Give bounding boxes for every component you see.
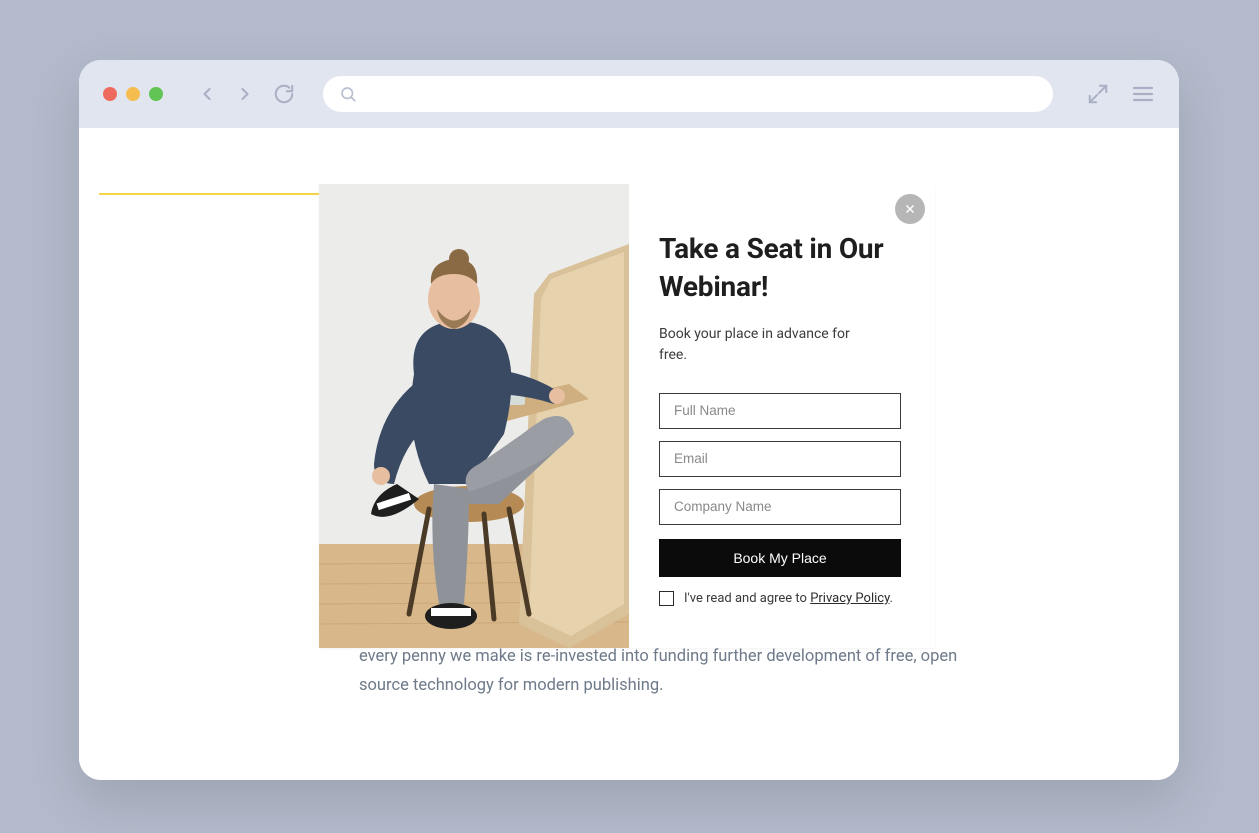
section-divider <box>99 193 319 195</box>
search-icon <box>339 85 357 103</box>
back-icon[interactable] <box>197 84 217 104</box>
close-button[interactable] <box>895 194 925 224</box>
consent-suffix: . <box>890 591 893 606</box>
privacy-policy-link[interactable]: Privacy Policy <box>810 591 889 606</box>
window-close-button[interactable] <box>103 87 117 101</box>
modal-title: Take a Seat in Our Webinar! <box>659 230 901 306</box>
browser-chrome <box>79 60 1179 128</box>
menu-icon[interactable] <box>1131 82 1155 106</box>
forward-icon[interactable] <box>235 84 255 104</box>
modal-body: Take a Seat in Our Webinar! Book your pl… <box>629 184 935 648</box>
email-field[interactable] <box>659 441 901 477</box>
page-viewport: The version of Ghost you are looking at … <box>79 128 1179 780</box>
reload-icon[interactable] <box>273 83 295 105</box>
close-icon <box>903 202 917 216</box>
browser-window: The version of Ghost you are looking at … <box>79 60 1179 780</box>
nav-group <box>197 83 295 105</box>
window-controls <box>103 87 163 101</box>
window-maximize-button[interactable] <box>149 87 163 101</box>
url-input[interactable] <box>365 86 1037 102</box>
modal-subtitle: Book your place in advance for free. <box>659 324 859 367</box>
consent-prefix: I've read and agree to <box>684 591 810 606</box>
expand-icon[interactable] <box>1087 83 1109 105</box>
company-field[interactable] <box>659 489 901 525</box>
consent-row: I've read and agree to Privacy Policy. <box>659 591 901 606</box>
right-tool-group <box>1087 82 1155 106</box>
webinar-modal: Take a Seat in Our Webinar! Book your pl… <box>319 184 935 648</box>
consent-checkbox[interactable] <box>659 591 674 606</box>
modal-image <box>319 184 629 648</box>
fullname-field[interactable] <box>659 393 901 429</box>
consent-text: I've read and agree to Privacy Policy. <box>684 591 893 606</box>
window-minimize-button[interactable] <box>126 87 140 101</box>
url-bar[interactable] <box>323 76 1053 112</box>
book-place-button[interactable]: Book My Place <box>659 539 901 577</box>
